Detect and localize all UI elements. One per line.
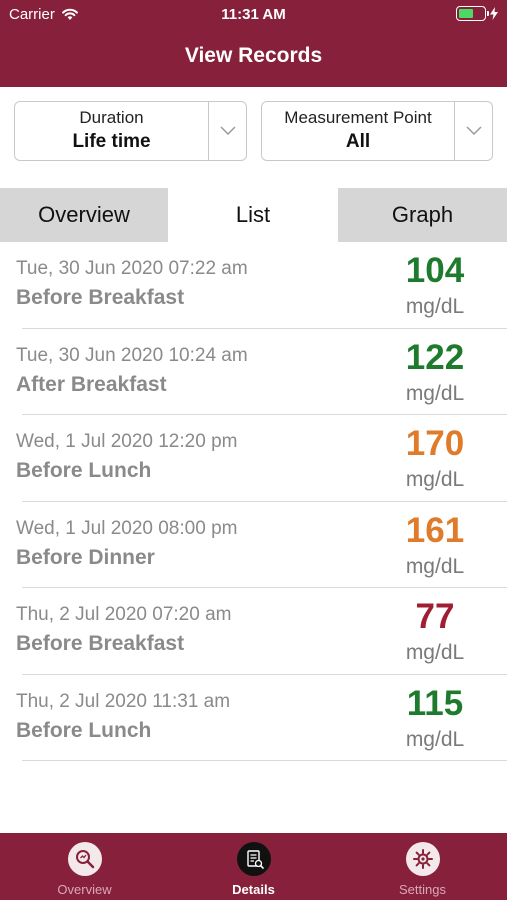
view-tabs: Overview List Graph (0, 188, 507, 242)
duration-value: Life time (72, 131, 151, 152)
measurement-point-label: Measurement Point (284, 108, 432, 127)
record-meal: Before Breakfast (16, 632, 185, 655)
measurement-point-chevron[interactable] (454, 102, 492, 160)
duration-dropdown-text: Duration Life time (15, 102, 208, 160)
measurement-point-dropdown-text: Measurement Point All (262, 102, 454, 160)
list-item[interactable]: Wed, 1 Jul 2020 08:00 pm Before Dinner 1… (0, 502, 507, 588)
record-unit: mg/dL (405, 381, 465, 405)
nav-details-label: Details (232, 882, 275, 897)
app-header: Carrier 11:31 AM View Records (0, 0, 507, 87)
record-meal: Before Breakfast (16, 286, 185, 309)
record-value: 115 (406, 683, 464, 723)
nav-overview-label: Overview (57, 882, 112, 897)
duration-dropdown[interactable]: Duration Life time (14, 101, 247, 161)
overview-search-icon (67, 842, 102, 876)
nav-settings[interactable]: Settings (338, 833, 507, 900)
record-meal: After Breakfast (16, 372, 167, 396)
list-item[interactable]: Thu, 2 Jul 2020 11:31 am Before Lunch 11… (0, 675, 507, 761)
record-meal: Before Dinner (16, 545, 155, 569)
chevron-down-icon (465, 126, 482, 136)
nav-settings-label: Settings (399, 882, 446, 897)
record-value: 104 (405, 251, 465, 290)
record-datetime: Thu, 2 Jul 2020 07:20 am (16, 604, 232, 625)
page-title: View Records (184, 44, 323, 67)
record-unit: mg/dL (405, 468, 465, 491)
row-divider (22, 760, 507, 761)
record-unit: mg/dL (405, 641, 465, 664)
duration-label: Duration (79, 108, 144, 127)
status-bar: Carrier 11:31 AM (0, 0, 507, 30)
record-datetime: Thu, 2 Jul 2020 11:31 am (16, 690, 231, 712)
status-right (456, 6, 498, 21)
record-value: 170 (405, 424, 465, 463)
bottom-tab-bar: Overview Details Settings (0, 833, 507, 900)
record-unit: mg/dL (405, 727, 465, 751)
list-item[interactable]: Tue, 30 Jun 2020 10:24 am After Breakfas… (0, 329, 507, 415)
record-datetime: Tue, 30 Jun 2020 07:22 am (16, 258, 248, 279)
chevron-down-icon (219, 126, 236, 136)
battery-icon (456, 6, 489, 21)
record-meal: Before Lunch (16, 459, 152, 482)
record-datetime: Wed, 1 Jul 2020 08:00 pm (16, 517, 238, 539)
record-value: 122 (405, 337, 465, 377)
details-document-icon (236, 842, 271, 876)
record-value: 161 (405, 510, 465, 550)
charging-bolt-icon (490, 7, 498, 20)
record-datetime: Tue, 30 Jun 2020 10:24 am (16, 344, 248, 366)
records-list: Tue, 30 Jun 2020 07:22 am Before Breakfa… (0, 242, 507, 761)
record-datetime: Wed, 1 Jul 2020 12:20 pm (16, 431, 238, 452)
nav-overview[interactable]: Overview (0, 833, 169, 900)
list-item[interactable]: Tue, 30 Jun 2020 07:22 am Before Breakfa… (0, 242, 507, 329)
record-meal: Before Lunch (16, 718, 152, 742)
tab-list[interactable]: List (168, 188, 338, 242)
list-item[interactable]: Thu, 2 Jul 2020 07:20 am Before Breakfas… (0, 588, 507, 675)
tab-overview[interactable]: Overview (0, 188, 168, 242)
record-unit: mg/dL (405, 295, 465, 318)
measurement-point-value: All (345, 131, 371, 152)
measurement-point-dropdown[interactable]: Measurement Point All (261, 101, 493, 161)
duration-chevron[interactable] (208, 102, 246, 160)
record-unit: mg/dL (405, 554, 465, 578)
nav-details[interactable]: Details (169, 833, 338, 900)
record-value: 77 (415, 597, 455, 636)
settings-gear-icon (405, 842, 440, 876)
tab-graph[interactable]: Graph (338, 188, 507, 242)
list-item[interactable]: Wed, 1 Jul 2020 12:20 pm Before Lunch 17… (0, 415, 507, 502)
status-time: 11:31 AM (221, 6, 286, 23)
